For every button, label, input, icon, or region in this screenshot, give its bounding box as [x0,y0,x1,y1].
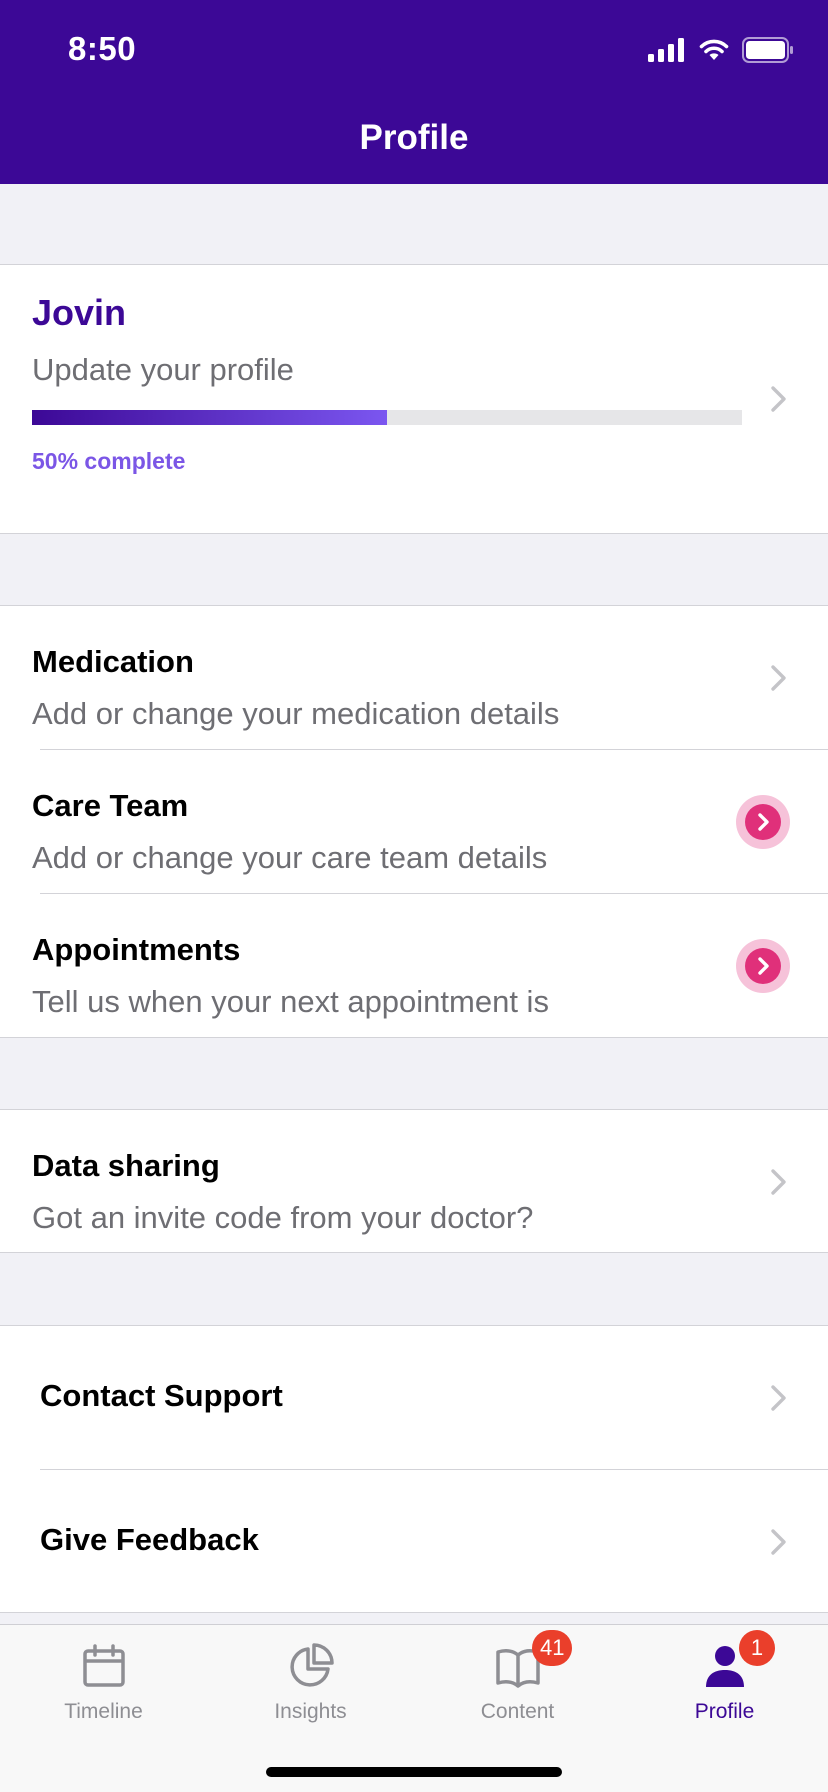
chevron-right-icon[interactable] [768,1527,790,1557]
chevron-right-icon[interactable] [768,1167,790,1197]
health-section: Medication Add or change your medication… [0,605,828,1038]
battery-icon [742,37,793,63]
tab-label: Profile [694,1700,755,1723]
contact-support-row[interactable]: Contact Support [0,1326,828,1470]
care-team-subtitle: Add or change your care team details [32,840,548,875]
profile-badge: 1 [739,1630,775,1666]
contact-support-title: Contact Support [40,1378,283,1413]
appointments-subtitle: Tell us when your next appointment is [32,984,549,1019]
status-icons [648,36,794,64]
profile-progress-fill [32,410,387,425]
tab-timeline[interactable]: Timeline [0,1625,207,1735]
appointments-highlight-button[interactable] [736,939,790,993]
home-indicator [266,1767,562,1777]
header: 8:50 Profile [0,0,828,184]
profile-progress-bar [32,410,742,425]
care-team-row[interactable]: Care Team Add or change your care team d… [0,750,828,894]
status-time: 8:50 [68,30,137,67]
support-section: Contact Support Give Feedback [0,1325,828,1613]
pie-chart-icon [289,1643,334,1687]
care-team-title: Care Team [32,788,189,823]
tab-label: Timeline [64,1700,143,1723]
data-sharing-section: Data sharing Got an invite code from you… [0,1109,828,1253]
chevron-right-icon [745,948,781,984]
profile-progress-label: 50% complete [32,448,186,474]
care-team-highlight-button[interactable] [736,795,790,849]
chevron-right-icon[interactable] [768,384,790,414]
give-feedback-title: Give Feedback [40,1522,259,1557]
medication-title: Medication [32,644,194,679]
tab-profile[interactable]: 1 Profile [621,1625,828,1735]
wifi-icon [699,39,729,60]
appointments-title: Appointments [32,932,241,967]
data-sharing-title: Data sharing [32,1148,220,1183]
calendar-icon [82,1644,125,1687]
tab-label: Insights [274,1700,347,1723]
profile-name: Jovin [32,292,127,333]
tab-label: Content [480,1700,555,1723]
medication-subtitle: Add or change your medication details [32,696,560,731]
appointments-row[interactable]: Appointments Tell us when your next appo… [0,894,828,1038]
data-sharing-row[interactable]: Data sharing Got an invite code from you… [0,1110,828,1254]
chevron-right-icon[interactable] [768,663,790,693]
medication-row[interactable]: Medication Add or change your medication… [0,606,828,750]
give-feedback-row[interactable]: Give Feedback [0,1470,828,1614]
content-badge: 41 [532,1630,573,1666]
tab-insights[interactable]: Insights [207,1625,414,1735]
chevron-right-icon [745,804,781,840]
cellular-signal-icon [648,38,684,62]
page-title: Profile [359,118,469,157]
data-sharing-subtitle: Got an invite code from your doctor? [32,1200,534,1235]
chevron-right-icon[interactable] [768,1383,790,1413]
profile-subtitle: Update your profile [32,352,294,387]
tab-content[interactable]: 41 Content [414,1625,621,1735]
